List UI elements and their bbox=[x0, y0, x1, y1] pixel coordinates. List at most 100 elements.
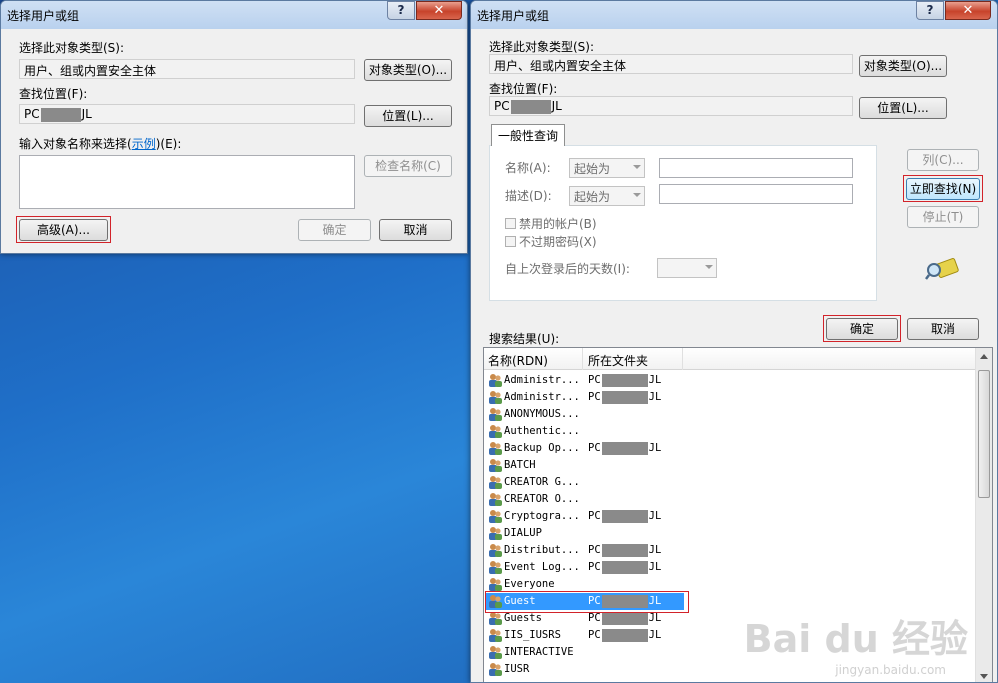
row-folder: PC JL bbox=[588, 372, 661, 389]
examples-link[interactable]: 示例 bbox=[132, 137, 156, 151]
right-cancel-button[interactable]: 取消 bbox=[907, 318, 979, 340]
locations-button[interactable]: 位置(L)... bbox=[364, 105, 452, 127]
locations-button[interactable]: 位置(L)... bbox=[859, 97, 947, 119]
right-titlebar: 选择用户或组 ? ✕ bbox=[471, 1, 997, 29]
column-divider bbox=[582, 348, 583, 370]
chevron-down-icon bbox=[705, 265, 713, 269]
table-row[interactable]: Backup Op... PC JL bbox=[486, 440, 966, 457]
enter-names-label-post: )(E): bbox=[155, 137, 182, 151]
non-expiring-label: 不过期密码(X) bbox=[519, 235, 597, 249]
non-expiring-password-checkbox[interactable]: 不过期密码(X) bbox=[505, 233, 597, 250]
disabled-accounts-label: 禁用的帐户(B) bbox=[519, 217, 597, 231]
folder-suffix: JL bbox=[648, 544, 662, 556]
table-row[interactable]: CREATOR O... bbox=[486, 491, 966, 508]
location-field: PC JL bbox=[19, 104, 355, 124]
location-suffix: JL bbox=[81, 107, 92, 121]
disabled-accounts-checkbox[interactable]: 禁用的帐户(B) bbox=[505, 215, 597, 232]
object-type-field: 用户、组或内置安全主体 bbox=[489, 54, 853, 74]
right-ok-button[interactable]: 确定 bbox=[826, 318, 898, 340]
row-name: INTERACTIVE bbox=[504, 646, 574, 658]
user-group-icon bbox=[489, 442, 502, 455]
left-titlebar: 选择用户或组 ? ✕ bbox=[1, 1, 467, 29]
left-cancel-button[interactable]: 取消 bbox=[379, 219, 452, 241]
table-row[interactable]: BATCH bbox=[486, 457, 966, 474]
location-suffix: JL bbox=[551, 99, 562, 113]
redacted-mask bbox=[601, 560, 648, 574]
column-divider bbox=[682, 348, 683, 370]
folder-suffix: JL bbox=[648, 612, 662, 624]
row-name: Cryptogra... bbox=[504, 510, 580, 522]
object-names-textarea[interactable] bbox=[19, 155, 355, 209]
location-label: 查找位置(F): bbox=[489, 82, 558, 96]
checkbox-box bbox=[505, 236, 516, 247]
check-names-button[interactable]: 检查名称(C) bbox=[364, 155, 452, 177]
desc-combo-value: 起始为 bbox=[574, 190, 611, 204]
location-label: 查找位置(F): bbox=[19, 87, 88, 101]
close-icon[interactable]: ✕ bbox=[416, 1, 462, 20]
folder-prefix: PC bbox=[588, 374, 601, 386]
folder-suffix: JL bbox=[648, 561, 662, 573]
location-prefix: PC bbox=[24, 107, 40, 121]
scroll-thumb[interactable] bbox=[978, 370, 990, 498]
user-group-icon bbox=[489, 493, 502, 506]
user-group-icon bbox=[489, 527, 502, 540]
user-group-icon bbox=[489, 425, 502, 438]
row-name: CREATOR G... bbox=[504, 476, 580, 488]
folder-prefix: PC bbox=[588, 544, 601, 556]
user-group-icon bbox=[489, 663, 502, 676]
table-row[interactable]: ANONYMOUS... bbox=[486, 406, 966, 423]
find-now-button[interactable]: 立即查找(N) bbox=[906, 178, 980, 200]
search-magnifier-icon bbox=[925, 255, 959, 281]
stop-button[interactable]: 停止(T) bbox=[907, 206, 979, 228]
left-dialog-body: 选择此对象类型(S): 用户、组或内置安全主体 对象类型(O)... 查找位置(… bbox=[7, 29, 463, 249]
folder-prefix: PC bbox=[588, 442, 601, 454]
row-name: Backup Op... bbox=[504, 442, 580, 454]
table-row[interactable]: DIALUP bbox=[486, 525, 966, 542]
description-match-combo[interactable]: 起始为 bbox=[569, 186, 645, 206]
help-icon[interactable]: ? bbox=[387, 1, 415, 20]
name-label: 名称(A): bbox=[505, 161, 551, 175]
columns-button[interactable]: 列(C)... bbox=[907, 149, 979, 171]
table-row[interactable]: CREATOR G... bbox=[486, 474, 966, 491]
results-scrollbar[interactable] bbox=[975, 348, 992, 682]
table-row[interactable]: Distribut... PC JL bbox=[486, 542, 966, 559]
row-name: IUSR bbox=[504, 663, 530, 675]
scroll-up-arrow[interactable] bbox=[980, 354, 988, 359]
folder-suffix: JL bbox=[648, 374, 662, 386]
table-row[interactable]: Administr... PC JL bbox=[486, 389, 966, 406]
object-types-button[interactable]: 对象类型(O)... bbox=[364, 59, 452, 81]
folder-prefix: PC bbox=[588, 391, 601, 403]
close-icon[interactable]: ✕ bbox=[945, 1, 991, 20]
row-folder: PC JL bbox=[588, 542, 661, 559]
object-type-label: 选择此对象类型(S): bbox=[19, 41, 125, 55]
name-input[interactable] bbox=[659, 158, 853, 178]
table-row[interactable]: Event Log... PC JL bbox=[486, 559, 966, 576]
folder-prefix: PC bbox=[588, 561, 601, 573]
scroll-down-arrow[interactable] bbox=[980, 674, 988, 679]
guest-highlight-box bbox=[485, 591, 689, 613]
redacted-mask bbox=[601, 441, 648, 455]
name-match-combo[interactable]: 起始为 bbox=[569, 158, 645, 178]
days-since-login-combo[interactable] bbox=[657, 258, 717, 278]
table-row[interactable]: Authentic... bbox=[486, 423, 966, 440]
column-header-folder[interactable]: 所在文件夹 bbox=[588, 352, 648, 369]
results-header: 名称(RDN) 所在文件夹 bbox=[484, 348, 992, 370]
folder-prefix: PC bbox=[588, 612, 601, 624]
table-row[interactable]: Cryptogra... PC JL bbox=[486, 508, 966, 525]
object-types-button[interactable]: 对象类型(O)... bbox=[859, 55, 947, 77]
help-icon[interactable]: ? bbox=[916, 1, 944, 20]
description-input[interactable] bbox=[659, 184, 853, 204]
table-row[interactable]: Administr... PC JL bbox=[486, 372, 966, 389]
row-name: ANONYMOUS... bbox=[504, 408, 580, 420]
advanced-button[interactable]: 高级(A)... bbox=[19, 219, 108, 241]
user-group-icon bbox=[489, 408, 502, 421]
row-folder: PC JL bbox=[588, 389, 661, 406]
column-header-name[interactable]: 名称(RDN) bbox=[488, 352, 548, 369]
left-ok-button[interactable]: 确定 bbox=[298, 219, 371, 241]
right-select-users-dialog: 选择用户或组 ? ✕ 选择此对象类型(S): 用户、组或内置安全主体 对象类型(… bbox=[470, 0, 998, 683]
row-name: IIS_IUSRS bbox=[504, 629, 561, 641]
folder-suffix: JL bbox=[648, 391, 662, 403]
name-combo-value: 起始为 bbox=[574, 162, 611, 176]
location-prefix: PC bbox=[494, 99, 510, 113]
tab-common-queries[interactable]: 一般性查询 bbox=[491, 124, 566, 146]
